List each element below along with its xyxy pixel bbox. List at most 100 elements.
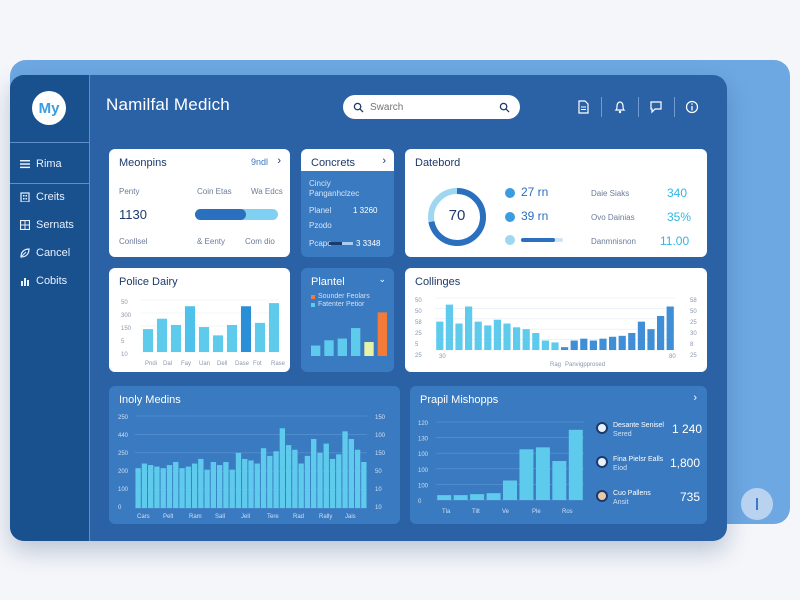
info-icon[interactable] — [682, 97, 702, 117]
bar — [337, 338, 347, 356]
chevron-right-icon[interactable]: › — [382, 155, 386, 167]
bar — [273, 451, 279, 508]
x-tick-label: Sall — [215, 514, 225, 520]
prapil-mishopps-card[interactable]: Prapil Mishopps › 120 130 100 100 100 0 Tla Til… — [410, 386, 707, 524]
sidebar-item-creits[interactable]: Creits — [20, 186, 65, 208]
sidebar-item-sernats[interactable]: Sernats — [20, 214, 74, 236]
x-tick-label: Pndi — [145, 361, 157, 367]
bar — [254, 463, 260, 508]
bar — [317, 452, 323, 508]
police-dairy-card[interactable]: Police Dairy 50 300 150 5 10 Pndi Dal Fay Uan Del… — [109, 268, 290, 372]
footer-label: Com dio — [245, 237, 275, 246]
y-tick-label: 250 — [118, 451, 129, 457]
prapil-mishopps-chart: 120 130 100 100 100 0 Tla Tilt Ve Ple Ros — [418, 421, 584, 515]
bar — [324, 340, 334, 356]
x-tick-label: Ple — [532, 509, 541, 515]
police-dairy-chart: 50 300 150 5 10 Pndi Dal Fay Uan Dell Dase Fot Rase — [121, 299, 286, 367]
meonpins-card[interactable]: Meonpins 9ndl › Penty Coin Etas Wa Edcs … — [109, 149, 290, 257]
bar — [210, 462, 217, 508]
bar — [657, 315, 665, 350]
bar — [336, 454, 342, 508]
bar — [470, 494, 485, 500]
logo[interactable]: My — [32, 91, 66, 125]
bar — [160, 468, 166, 508]
inoly-medins-chart: 250 440 250 200 100 0 150 100 150 50 10 10 Cars Pelt R… — [118, 415, 386, 520]
y-tick-label: 50 — [121, 300, 128, 306]
y-tick-label: 10 — [375, 487, 382, 493]
bar — [445, 304, 453, 350]
sidebar-item-cobits[interactable]: Cobits — [20, 270, 67, 292]
grid-icon — [20, 220, 30, 230]
bar — [148, 465, 154, 508]
y-tick-label: 58 — [690, 298, 697, 304]
bar — [198, 458, 204, 508]
y-tick-label: 100 — [418, 468, 429, 474]
bar — [532, 332, 540, 350]
bar — [260, 448, 267, 508]
chat-icon[interactable] — [646, 97, 666, 117]
bar — [519, 449, 534, 500]
bar — [570, 340, 578, 350]
y-tick-label: 10 — [121, 352, 128, 358]
bar — [453, 495, 468, 500]
x-tick-label: Dal — [163, 361, 172, 367]
row-label: Danmnisnon — [591, 237, 636, 246]
meonpins-value: 1130 — [119, 207, 147, 222]
document-icon[interactable] — [573, 97, 593, 117]
y-tick-label: 25 — [415, 331, 422, 337]
bar — [298, 463, 304, 508]
x-tick-label: Tla — [442, 509, 451, 515]
collinges-card[interactable]: Collinges 50 50 58 25 5 25 58 50 25 30 8 25 30 80 Rag P… — [405, 268, 707, 372]
concrets-card[interactable]: Concrets › Cinciy Panganhclzec Planel 1 … — [301, 149, 394, 257]
sidebar-item-cancel[interactable]: Cancel — [20, 242, 70, 264]
bell-icon[interactable] — [610, 97, 630, 117]
y-tick-label: 0 — [418, 499, 422, 505]
bar — [268, 303, 280, 352]
floating-action-button[interactable] — [741, 488, 773, 520]
row-label: Pzodo — [309, 221, 332, 230]
progress-track — [195, 209, 278, 220]
bar — [342, 431, 348, 508]
bar — [304, 455, 311, 508]
dateboard-card[interactable]: Datebord 70 27 rn 39 rn Daie Siaks 340 O… — [405, 149, 707, 257]
x-tick-label: Tere — [267, 514, 279, 520]
x-tick-label: 80 — [669, 354, 676, 360]
chevron-right-icon[interactable]: › — [693, 392, 697, 404]
x-tick-label: Jais — [345, 514, 356, 520]
bar — [229, 469, 235, 508]
target-icon — [505, 212, 515, 222]
search-icon — [353, 102, 364, 113]
x-tick-label: Rad — [293, 514, 304, 520]
bar — [354, 449, 361, 508]
progress-fill — [521, 238, 555, 242]
inoly-medins-card[interactable]: Inoly Medins 250 440 250 200 100 0 150 100 150 50… — [109, 386, 400, 524]
search-submit-icon[interactable] — [499, 102, 510, 113]
bar — [226, 324, 238, 352]
person-name: Fina Pielsr Ealls — [613, 456, 664, 463]
bar — [493, 319, 501, 350]
bar — [292, 449, 298, 508]
chevron-right-icon[interactable]: › — [277, 155, 281, 167]
header-divider — [601, 97, 602, 117]
person-role: Eiod — [613, 465, 628, 472]
y-tick-label: 8 — [690, 342, 694, 348]
x-tick-label: Pelt — [163, 514, 174, 520]
plantel-card[interactable]: Plantel ⌄ Sounder Feolars Fatenter Petio… — [301, 268, 394, 372]
search-bar[interactable] — [343, 95, 520, 119]
person-value: 1 240 — [672, 422, 703, 436]
row-value: 11.00 — [660, 234, 690, 248]
plantel-chart — [311, 312, 387, 356]
bar — [486, 493, 501, 500]
sidebar-divider — [10, 183, 90, 184]
y-tick-label: 150 — [375, 415, 386, 421]
settings-icon — [505, 235, 515, 245]
bar — [465, 306, 473, 350]
person-name: Cuo Pallens — [613, 490, 651, 497]
y-tick-label: 58 — [415, 320, 422, 326]
bar — [589, 340, 597, 350]
sidebar-item-rima[interactable]: Rima — [20, 153, 62, 175]
bar — [647, 329, 655, 350]
card-link[interactable]: 9ndl — [251, 157, 268, 167]
search-input[interactable] — [370, 101, 493, 113]
bar — [166, 465, 173, 508]
